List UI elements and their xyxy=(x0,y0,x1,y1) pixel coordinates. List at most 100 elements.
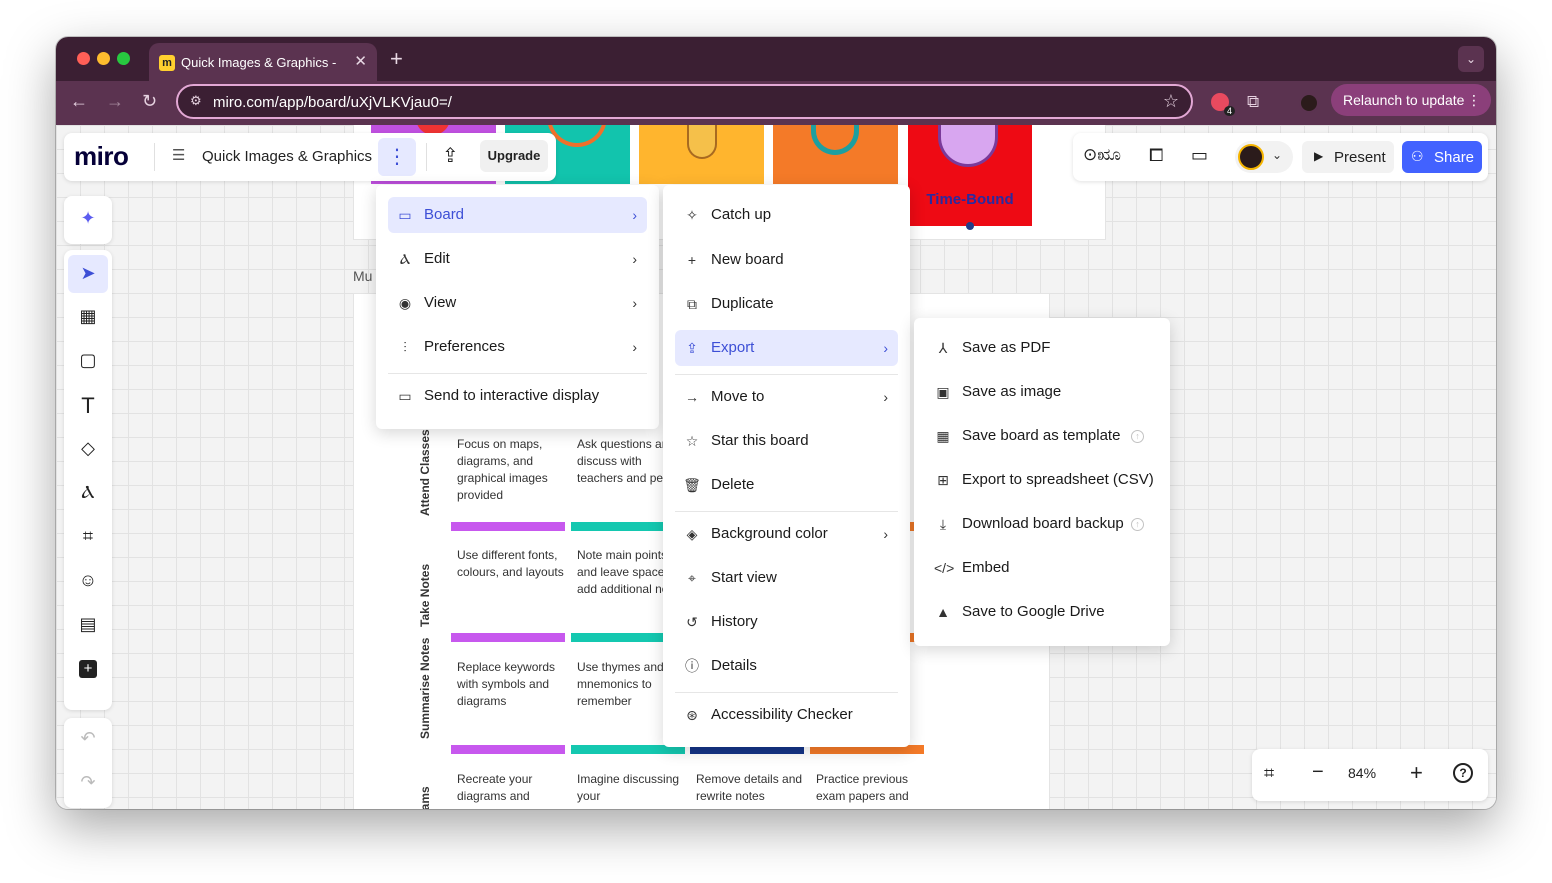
paint-bucket-icon: ◈ xyxy=(686,526,698,542)
undo-icon[interactable]: ↶ xyxy=(64,728,112,749)
sticky-note-icon[interactable]: ▢ xyxy=(64,350,112,371)
palette-icon[interactable]: ☺ xyxy=(64,570,112,591)
eye-icon: ◉ xyxy=(398,295,412,311)
menu-item-view[interactable]: ◉ View › xyxy=(388,285,647,321)
table-cell[interactable]: Remove details and rewrite notes xyxy=(696,771,808,805)
pen-icon[interactable]: Ⲁ xyxy=(64,482,112,503)
menu-item-history[interactable]: ↺ History xyxy=(675,604,898,640)
zoom-out-icon[interactable]: − xyxy=(1312,761,1324,784)
select-tool[interactable]: ➤ xyxy=(68,255,108,293)
download-icon: ⤓ xyxy=(939,516,947,532)
divider xyxy=(154,143,155,171)
menu-item-export[interactable]: ⇪ Export › xyxy=(675,330,898,366)
present-label: Present xyxy=(1334,149,1386,166)
table-cell[interactable]: Focus on maps, diagrams, and graphical i… xyxy=(457,436,569,504)
fit-screen-icon[interactable]: ⌗ xyxy=(1264,763,1274,784)
code-icon: </> xyxy=(934,560,955,576)
shapes-icon[interactable]: ◇ xyxy=(64,438,112,459)
text-icon[interactable]: T xyxy=(64,393,112,419)
redo-icon[interactable]: ↷ xyxy=(64,772,112,793)
table-cell[interactable]: Use different fonts, colours, and layout… xyxy=(457,547,569,581)
profile-avatar[interactable] xyxy=(1299,93,1319,113)
forward-icon[interactable]: → xyxy=(106,91,124,112)
menu-item-accessibility-checker[interactable]: ⊛ Accessibility Checker xyxy=(675,697,898,733)
menu-item-edit[interactable]: Ⲁ Edit › xyxy=(388,241,647,277)
templates-icon[interactable]: ▦ xyxy=(64,306,112,327)
back-icon[interactable]: ← xyxy=(70,91,88,112)
menu-item-send-to-display[interactable]: ▭ Send to interactive display xyxy=(388,378,647,414)
zoom-level[interactable]: 84% xyxy=(1348,765,1376,781)
ai-sparkle-icon[interactable]: ✦ xyxy=(64,208,112,229)
goal-tile-relevant[interactable] xyxy=(773,125,898,184)
board-canvas[interactable]: Time-Bound Mu Attend Classes Focus on map… xyxy=(56,125,1496,809)
display-icon: ▭ xyxy=(398,388,412,404)
color-bar xyxy=(451,745,565,754)
share-button[interactable]: ⚇ Share xyxy=(1402,141,1482,173)
bookmark-star-icon[interactable]: ☆ xyxy=(1163,91,1179,112)
divider xyxy=(675,374,898,375)
menu-item-google-drive[interactable]: ▲ Save to Google Drive xyxy=(926,594,1158,630)
extension-icon[interactable]: 4 xyxy=(1211,93,1235,116)
miro-logo[interactable]: miro xyxy=(74,141,129,172)
menu-item-save-image[interactable]: ▣ Save as image xyxy=(926,374,1158,410)
address-bar[interactable]: ⚙ miro.com/app/board/uXjVLKVjau0=/ ☆ xyxy=(176,84,1193,119)
goal-tile-time-bound[interactable]: Time-Bound xyxy=(908,125,1032,226)
tab-close-icon[interactable]: ✕ xyxy=(354,52,367,70)
maximize-window-button[interactable] xyxy=(117,52,130,65)
video-call-icon[interactable]: ▭ xyxy=(1191,145,1208,166)
menu-item-export-csv[interactable]: ⊞ Export to spreadsheet (CSV) xyxy=(926,462,1158,498)
reactions-icon[interactable]: ⊙ೠ xyxy=(1083,145,1121,165)
table-cell[interactable]: Imagine discussing your xyxy=(577,771,689,805)
activity-icon[interactable]: ⧠ xyxy=(1149,145,1163,166)
menu-item-embed[interactable]: </> Embed xyxy=(926,550,1158,586)
menu-item-star[interactable]: ☆ Star this board xyxy=(675,423,898,459)
share-upload-icon[interactable]: ⇪ xyxy=(442,143,459,168)
browser-tab[interactable]: m Quick Images & Graphics - M ✕ xyxy=(149,43,377,81)
extensions-puzzle-icon[interactable]: ⧉ xyxy=(1247,92,1259,112)
board-menu-button[interactable]: ⋮ xyxy=(378,138,416,176)
goal-tile-achievable[interactable] xyxy=(639,125,764,184)
menu-item-board[interactable]: ▭ Board › xyxy=(388,197,647,233)
menu-item-details[interactable]: ⓘ Details xyxy=(675,648,898,684)
site-settings-icon[interactable]: ⚙ xyxy=(190,93,202,109)
table-cell[interactable]: Recreate your diagrams and xyxy=(457,771,569,805)
row-label: are for ams xyxy=(418,786,432,809)
chevron-right-icon: › xyxy=(883,389,888,405)
menu-item-background-color[interactable]: ◈ Background color › xyxy=(675,516,898,552)
menu-item-catch-up[interactable]: ✧ Catch up xyxy=(675,197,898,233)
avatar xyxy=(1238,144,1264,170)
reload-icon[interactable]: ↻ xyxy=(142,91,157,112)
comment-icon[interactable]: ▤ xyxy=(64,614,112,635)
plus-icon: + xyxy=(687,252,697,268)
ai-panel: ✦ xyxy=(64,196,112,244)
table-cell[interactable]: Replace keywords with symbols and diagra… xyxy=(457,659,569,710)
relaunch-button[interactable]: Relaunch to update ⋮ xyxy=(1331,84,1491,116)
pdf-icon: ⅄ xyxy=(938,340,948,356)
frame-icon[interactable]: ⌗ xyxy=(64,526,112,547)
connector-dot[interactable] xyxy=(966,222,974,230)
menu-item-save-template[interactable]: ▦ Save board as template ↑ xyxy=(926,418,1158,454)
help-icon[interactable]: ? xyxy=(1453,763,1473,783)
history-icon: ↺ xyxy=(686,614,698,630)
zoom-in-icon[interactable]: + xyxy=(1410,760,1423,786)
menu-item-preferences[interactable]: ⫶ Preferences › xyxy=(388,329,647,365)
tab-bar: m Quick Images & Graphics - M ✕ + ⌄ xyxy=(56,37,1496,81)
menu-item-duplicate[interactable]: ⧉ Duplicate xyxy=(675,286,898,322)
tab-search-button[interactable]: ⌄ xyxy=(1458,46,1484,72)
menu-item-start-view[interactable]: ⌖ Start view xyxy=(675,560,898,596)
more-apps-icon[interactable]: + xyxy=(79,660,97,678)
new-tab-button[interactable]: + xyxy=(390,46,403,72)
close-window-button[interactable] xyxy=(77,52,90,65)
present-button[interactable]: ▶ Present xyxy=(1302,141,1394,173)
menu-item-new-board[interactable]: + New board xyxy=(675,242,898,278)
board-title[interactable]: Quick Images & Graphics xyxy=(202,148,372,165)
menu-item-download-backup[interactable]: ⤓ Download board backup ↑ xyxy=(926,506,1158,542)
menu-item-delete[interactable]: 🗑 Delete xyxy=(675,467,898,503)
table-cell[interactable]: Practice previous exam papers and xyxy=(816,771,928,805)
minimize-window-button[interactable] xyxy=(97,52,110,65)
board-layers-icon[interactable]: ☰ xyxy=(172,146,185,164)
menu-item-save-pdf[interactable]: ⅄ Save as PDF xyxy=(926,330,1158,366)
upgrade-button[interactable]: Upgrade xyxy=(480,140,548,172)
user-avatar-menu[interactable]: ⌄ xyxy=(1235,141,1293,173)
menu-item-move-to[interactable]: → Move to › xyxy=(675,379,898,415)
